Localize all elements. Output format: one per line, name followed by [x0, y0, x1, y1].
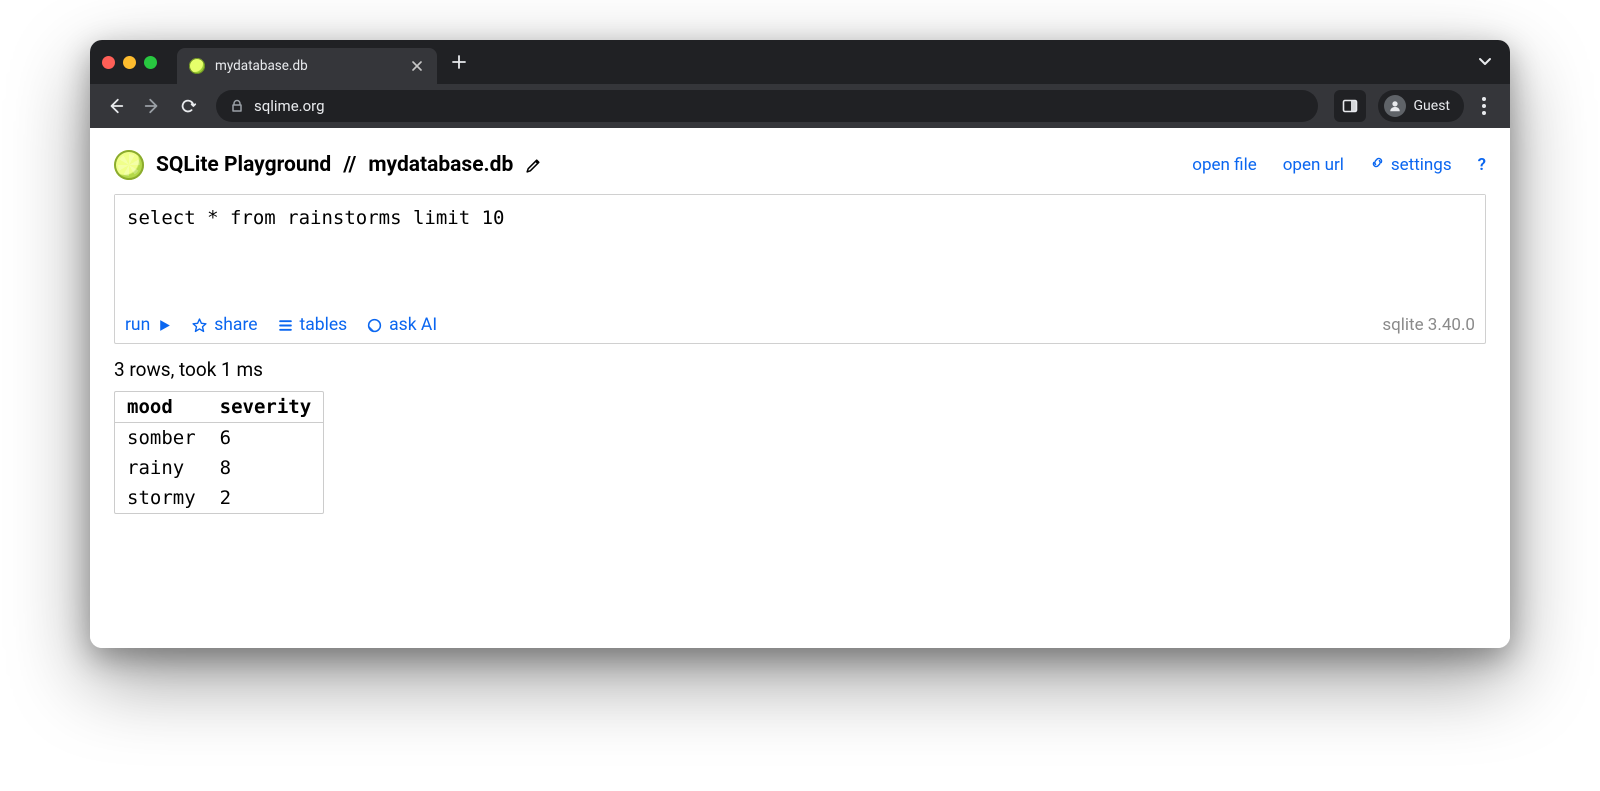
window-zoom-button[interactable] — [144, 56, 157, 69]
help-link[interactable]: ? — [1478, 155, 1486, 175]
status-line: 3 rows, took 1 ms — [114, 358, 1486, 381]
tables-button[interactable]: tables — [278, 315, 348, 335]
results-table: moodseverity somber6rainy8stormy2 — [115, 392, 323, 513]
tabs-dropdown-button[interactable] — [1472, 47, 1498, 78]
favicon-lime-icon — [189, 58, 205, 74]
table-cell: 2 — [208, 483, 324, 513]
forward-button[interactable] — [136, 90, 168, 122]
panel-icon — [1342, 98, 1358, 114]
link-icon — [1370, 155, 1385, 175]
table-row: rainy8 — [115, 453, 323, 483]
browser-menu-button[interactable] — [1468, 90, 1500, 122]
star-icon — [192, 318, 207, 333]
reload-button[interactable] — [172, 90, 204, 122]
editor-box: run share — [114, 194, 1486, 344]
browser-tab[interactable]: mydatabase.db — [177, 48, 437, 84]
close-icon — [412, 61, 422, 71]
arrow-left-icon — [107, 97, 125, 115]
profile-label: Guest — [1414, 98, 1450, 114]
new-tab-button[interactable] — [445, 48, 473, 76]
arrow-right-icon — [143, 97, 161, 115]
titlebar: mydatabase.db — [90, 40, 1510, 84]
editor-actions: run share — [125, 315, 437, 335]
column-header: severity — [208, 392, 324, 423]
table-header-row: moodseverity — [115, 392, 323, 423]
app-logo-lime-icon — [114, 150, 144, 180]
back-button[interactable] — [100, 90, 132, 122]
settings-link[interactable]: settings — [1370, 155, 1452, 175]
column-header: mood — [115, 392, 208, 423]
side-panel-button[interactable] — [1334, 90, 1366, 122]
tab-title: mydatabase.db — [215, 58, 308, 74]
open-file-link[interactable]: open file — [1192, 155, 1256, 175]
pencil-icon[interactable] — [525, 157, 542, 174]
app-title: SQLite Playground — [156, 153, 331, 177]
close-tab-button[interactable] — [409, 58, 425, 74]
profile-chip[interactable]: Guest — [1378, 90, 1464, 122]
table-cell: rainy — [115, 453, 208, 483]
window-controls — [102, 56, 157, 69]
sql-editor[interactable] — [115, 195, 1485, 305]
ask-ai-button[interactable]: ask AI — [367, 315, 437, 335]
open-url-link[interactable]: open url — [1283, 155, 1344, 175]
table-cell: somber — [115, 423, 208, 454]
lock-icon — [230, 99, 244, 113]
title-separator: // — [343, 153, 356, 177]
window-close-button[interactable] — [102, 56, 115, 69]
run-button[interactable]: run — [125, 315, 172, 335]
list-icon — [278, 318, 293, 333]
table-cell: stormy — [115, 483, 208, 513]
reload-icon — [179, 97, 197, 115]
share-button[interactable]: share — [192, 315, 257, 335]
page-content: SQLite Playground // mydatabase.db open … — [90, 128, 1510, 648]
result-box: moodseverity somber6rainy8stormy2 — [114, 391, 324, 514]
db-name: mydatabase.db — [368, 153, 513, 177]
page-header: SQLite Playground // mydatabase.db open … — [114, 150, 1486, 180]
avatar-icon — [1384, 95, 1406, 117]
window-minimize-button[interactable] — [123, 56, 136, 69]
page-title: SQLite Playground // mydatabase.db — [114, 150, 542, 180]
globe-icon — [367, 318, 382, 333]
browser-window: mydatabase.db sqlime.org — [90, 40, 1510, 648]
chevron-down-icon — [1478, 54, 1492, 68]
address-bar[interactable]: sqlime.org — [216, 90, 1318, 122]
kebab-icon — [1482, 97, 1486, 115]
sqlite-version: sqlite 3.40.0 — [1382, 315, 1475, 335]
table-cell: 8 — [208, 453, 324, 483]
plus-icon — [452, 55, 466, 69]
browser-toolbar: sqlime.org Guest — [90, 84, 1510, 128]
table-row: somber6 — [115, 423, 323, 454]
page-links: open file open url settings ? — [1192, 155, 1486, 175]
play-icon — [157, 318, 172, 333]
table-cell: 6 — [208, 423, 324, 454]
url-text: sqlime.org — [254, 97, 325, 115]
table-row: stormy2 — [115, 483, 323, 513]
editor-toolbar: run share — [115, 309, 1485, 343]
